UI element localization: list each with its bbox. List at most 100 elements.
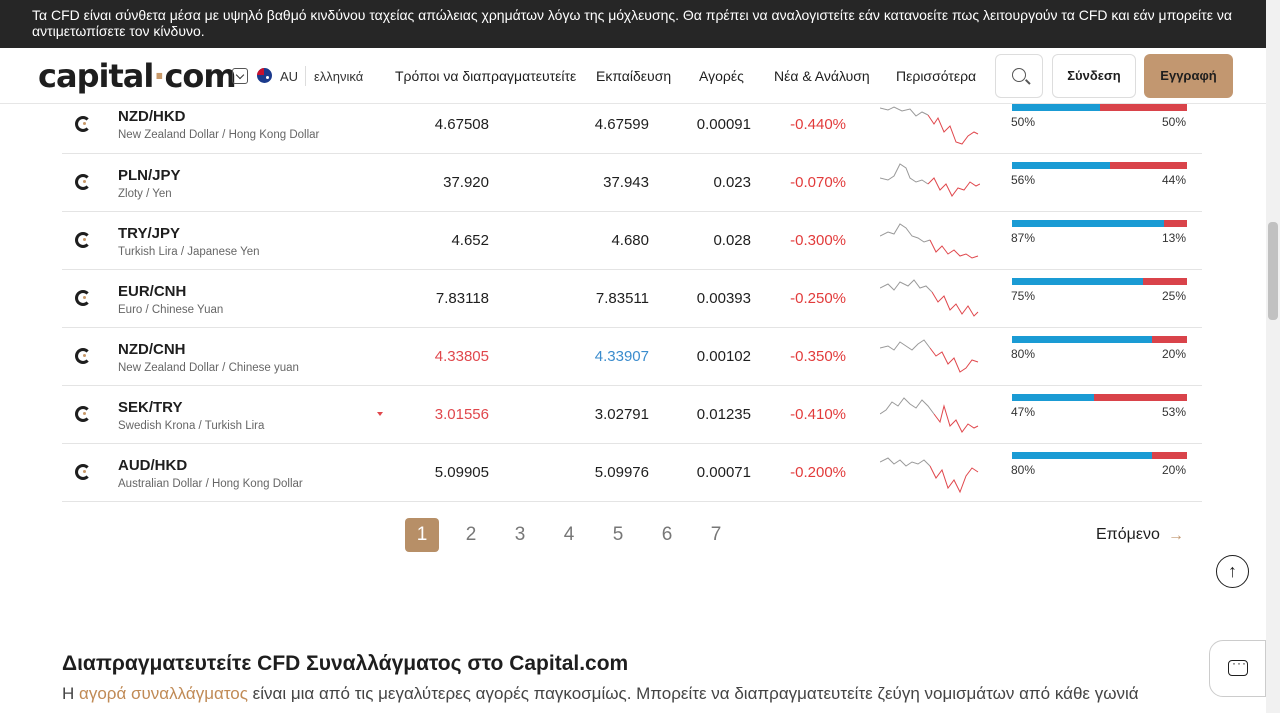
sell-price: 3.01556 xyxy=(434,406,489,423)
table-row[interactable]: PLN/JPY Zloty / Yen 37.920 37.943 0.023 … xyxy=(62,154,1202,212)
page-1-button[interactable]: 1 xyxy=(405,518,439,552)
price-sparkline xyxy=(880,279,979,317)
next-page-link[interactable]: Επόμενο xyxy=(1096,526,1160,544)
chat-icon xyxy=(1228,656,1248,676)
risk-warning-banner: Τα CFD είναι σύνθετα μέσα με υψηλό βαθμό… xyxy=(0,0,1266,48)
forex-market-link[interactable]: αγορά συναλλάγματος xyxy=(79,684,248,703)
capital-com-icon xyxy=(75,116,91,132)
table-row[interactable]: TRY/JPY Turkish Lira / Japanese Yen 4.65… xyxy=(62,212,1202,270)
instrument-name: Euro / Chinese Yuan xyxy=(118,304,224,316)
buy-sentiment-fill xyxy=(1012,336,1152,343)
page-4-button[interactable]: 4 xyxy=(552,518,586,552)
sell-sentiment-percent: 50% xyxy=(1161,115,1186,129)
price-down-icon xyxy=(377,412,383,416)
sentiment-bar xyxy=(1012,278,1187,285)
table-row[interactable]: EUR/CNH Euro / Chinese Yuan 7.83118 7.83… xyxy=(62,270,1202,328)
sentiment-bar xyxy=(1012,162,1187,169)
sell-price: 4.67508 xyxy=(434,116,489,133)
page-2-button[interactable]: 2 xyxy=(454,518,488,552)
nav-link-more[interactable]: Περισσότερα xyxy=(896,68,976,84)
spread-value: 0.00102 xyxy=(696,348,751,365)
price-sparkline xyxy=(880,163,980,197)
region-selector[interactable]: AU xyxy=(280,69,298,84)
spread-value: 0.00393 xyxy=(696,290,751,307)
sell-sentiment-percent: 20% xyxy=(1161,347,1186,361)
sell-price: 5.09905 xyxy=(434,464,489,481)
capital-com-logo[interactable]: capital·com xyxy=(38,57,237,95)
nav-link-markets[interactable]: Αγορές xyxy=(699,68,744,84)
search-icon-handle xyxy=(1025,79,1031,85)
scrollbar[interactable] xyxy=(1266,0,1280,713)
buy-price: 7.83511 xyxy=(595,290,649,307)
instrument-name: New Zealand Dollar / Chinese yuan xyxy=(118,362,299,374)
section-heading: Διαπραγματευτείτε CFD Συναλλάγματος στο … xyxy=(62,652,629,675)
nav-link-ways-to-trade[interactable]: Τρόποι να διαπραγματευτείτε xyxy=(395,68,576,84)
instrument-name: Australian Dollar / Hong Kong Dollar xyxy=(118,478,303,490)
page-5-button[interactable]: 5 xyxy=(601,518,635,552)
sell-price: 7.83118 xyxy=(435,290,489,307)
nav-link-news-analysis[interactable]: Νέα & Ανάλυση xyxy=(774,68,870,84)
change-percent: -0.070% xyxy=(790,174,846,191)
spread-value: 0.00091 xyxy=(696,116,751,133)
page-3-button[interactable]: 3 xyxy=(503,518,537,552)
buy-sentiment-fill xyxy=(1012,278,1144,285)
instrument-symbol[interactable]: NZD/CNH xyxy=(118,341,186,358)
search-button[interactable] xyxy=(995,54,1043,98)
price-sparkline xyxy=(880,457,979,494)
sentiment-bar xyxy=(1012,452,1187,459)
table-row[interactable]: NZD/HKD New Zealand Dollar / Hong Kong D… xyxy=(62,96,1202,154)
instrument-symbol[interactable]: PLN/JPY xyxy=(118,167,181,184)
instrument-symbol[interactable]: SEK/TRY xyxy=(118,399,182,416)
sentiment-bar xyxy=(1012,394,1187,401)
buy-sentiment-fill xyxy=(1012,220,1165,227)
capital-com-icon xyxy=(75,232,91,248)
instrument-symbol[interactable]: AUD/HKD xyxy=(118,457,187,474)
sentiment-bar xyxy=(1012,220,1187,227)
instrument-name: Swedish Krona / Turkish Lira xyxy=(118,420,265,432)
arrow-right-icon[interactable]: → xyxy=(1168,527,1184,545)
buy-sentiment-fill xyxy=(1012,394,1095,401)
page-7-button[interactable]: 7 xyxy=(699,518,733,552)
sentiment-bar xyxy=(1012,104,1187,111)
table-row[interactable]: NZD/CNH New Zealand Dollar / Chinese yua… xyxy=(62,328,1202,386)
risk-warning-text: Τα CFD είναι σύνθετα μέσα με υψηλό βαθμό… xyxy=(32,7,1232,39)
sell-sentiment-percent: 53% xyxy=(1161,405,1186,419)
spread-value: 0.00071 xyxy=(696,464,751,481)
change-percent: -0.300% xyxy=(790,232,846,249)
australia-flag-icon[interactable] xyxy=(257,68,272,83)
instrument-name: Turkish Lira / Japanese Yen xyxy=(118,246,260,258)
language-selector[interactable]: ελληνικά xyxy=(314,69,363,84)
capital-com-icon xyxy=(75,174,91,190)
buy-price: 5.09976 xyxy=(594,464,649,481)
buy-price: 37.943 xyxy=(603,174,649,191)
scroll-to-top-button[interactable]: ↑ xyxy=(1216,555,1249,588)
scrollbar-thumb[interactable] xyxy=(1268,222,1278,320)
buy-price: 4.33907 xyxy=(594,348,649,365)
change-percent: -0.200% xyxy=(790,464,846,481)
login-button[interactable]: Σύνδεση xyxy=(1052,54,1136,98)
sell-price: 37.920 xyxy=(443,174,489,191)
sell-price: 4.33805 xyxy=(434,348,489,365)
buy-sentiment-percent: 87% xyxy=(1011,231,1036,245)
instrument-symbol[interactable]: NZD/HKD xyxy=(118,108,186,125)
buy-sentiment-percent: 47% xyxy=(1011,405,1036,419)
instrument-symbol[interactable]: EUR/CNH xyxy=(118,283,186,300)
instrument-symbol[interactable]: TRY/JPY xyxy=(118,225,180,242)
chat-button[interactable] xyxy=(1209,640,1266,697)
nav-link-education[interactable]: Εκπαίδευση xyxy=(596,68,671,84)
sell-sentiment-percent: 20% xyxy=(1161,463,1186,477)
buy-sentiment-fill xyxy=(1012,162,1110,169)
capital-com-icon xyxy=(75,290,91,306)
table-row[interactable]: SEK/TRY Swedish Krona / Turkish Lira 3.0… xyxy=(62,386,1202,444)
page-6-button[interactable]: 6 xyxy=(650,518,684,552)
price-sparkline xyxy=(880,397,979,433)
chevron-down-icon[interactable] xyxy=(232,68,248,84)
change-percent: -0.250% xyxy=(790,290,846,307)
sell-sentiment-percent: 13% xyxy=(1161,231,1186,245)
table-row[interactable]: AUD/HKD Australian Dollar / Hong Kong Do… xyxy=(62,444,1202,502)
signup-button[interactable]: Εγγραφή xyxy=(1144,54,1233,98)
sentiment-bar xyxy=(1012,336,1187,343)
buy-price: 4.680 xyxy=(611,232,649,249)
capital-com-icon xyxy=(75,348,91,364)
buy-sentiment-percent: 50% xyxy=(1011,115,1036,129)
